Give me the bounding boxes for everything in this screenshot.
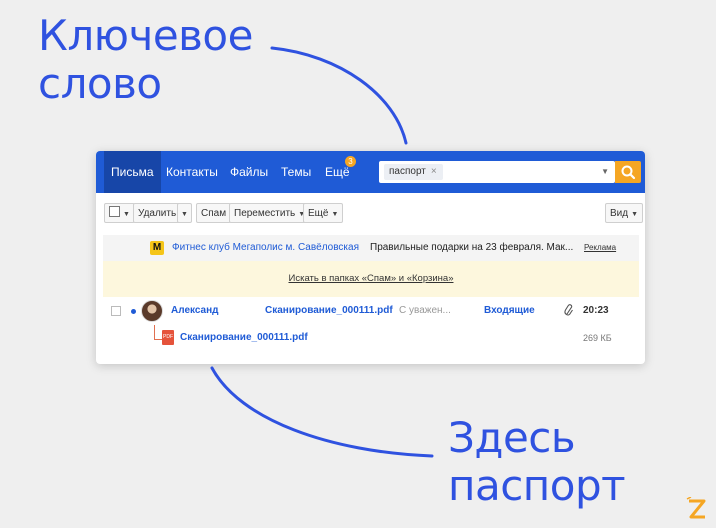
nav-contacts[interactable]: Контакты (159, 151, 225, 193)
mail-time: 20:23 (583, 305, 609, 316)
ad-sender: Фитнес клуб Мегаполис м. Савёловская (172, 242, 360, 253)
curve-to-attachment (210, 366, 434, 458)
attachment-row[interactable]: PDF Сканирование_000111.pdf 269 КБ (103, 325, 639, 351)
search-chip-label: паспорт (389, 166, 426, 177)
search-in-spam-trash-link[interactable]: Искать в папках «Спам» и «Корзина» (289, 273, 454, 284)
search-notice: Искать в папках «Спам» и «Корзина» (103, 261, 639, 297)
chip-remove-icon[interactable]: × (431, 166, 437, 177)
delete-caret-button[interactable]: ▼ (177, 203, 192, 223)
caret-down-icon: ▼ (123, 211, 130, 218)
view-button[interactable]: Вид ▼ (605, 203, 644, 223)
caret-down-icon: ▼ (181, 211, 188, 218)
chevron-down-icon[interactable]: ▼ (601, 164, 609, 180)
row-checkbox[interactable] (111, 306, 121, 316)
avatar (141, 300, 163, 322)
nav-mail[interactable]: Письма (104, 151, 161, 193)
toolbar: ▼ Удалить ▼ Спам Переместить ▼ Ещё ▼ Вид ▼ (96, 193, 645, 233)
checkbox-icon (109, 206, 120, 217)
attachment-size: 269 КБ (583, 333, 612, 343)
mail-subject: Сканирование_000111.pdf (265, 305, 393, 316)
search-chip[interactable]: паспорт × (384, 164, 443, 180)
brand-logo (686, 496, 708, 521)
search-icon (621, 165, 636, 180)
mail-window: Письма Контакты Файлы Темы Ещё 3 паспорт… (96, 151, 645, 364)
nav-files[interactable]: Файлы (223, 151, 275, 193)
move-button[interactable]: Переместить ▼ (229, 203, 311, 223)
ad-subject: Правильные подарки на 23 февраля. Мак... (370, 242, 574, 253)
ad-tag[interactable]: Реклама (584, 235, 616, 261)
more-actions-button[interactable]: Ещё ▼ (303, 203, 344, 223)
caret-down-icon: ▼ (631, 211, 639, 218)
nav-more-badge: 3 (345, 156, 356, 167)
ad-logo: М (150, 241, 164, 255)
curve-to-search (270, 46, 408, 145)
caret-down-icon: ▼ (331, 211, 339, 218)
select-all-button[interactable]: ▼ (104, 203, 135, 223)
mail-folder[interactable]: Входящие (484, 297, 535, 325)
caption-passport-here: Здесь паспорт (448, 413, 626, 510)
unread-dot-icon[interactable] (131, 309, 136, 314)
mail-snippet: С уважен... (399, 305, 451, 316)
nav-themes[interactable]: Темы (274, 151, 318, 193)
spam-button[interactable]: Спам (196, 203, 232, 223)
caption-keyword: Ключевое слово (38, 11, 253, 108)
table-row[interactable]: Александ Сканирование_000111.pdf С уваже… (103, 297, 639, 325)
mail-sender: Александ (171, 305, 219, 316)
pdf-file-icon: PDF (162, 330, 174, 345)
attachment-name[interactable]: Сканирование_000111.pdf (180, 325, 308, 351)
top-navbar: Письма Контакты Файлы Темы Ещё 3 паспорт… (96, 151, 645, 193)
search-input[interactable]: паспорт × ▼ (379, 161, 615, 183)
delete-button[interactable]: Удалить (133, 203, 182, 223)
ad-row[interactable]: М Фитнес клуб Мегаполис м. Савёловская П… (103, 235, 639, 261)
search-button[interactable] (615, 161, 641, 183)
